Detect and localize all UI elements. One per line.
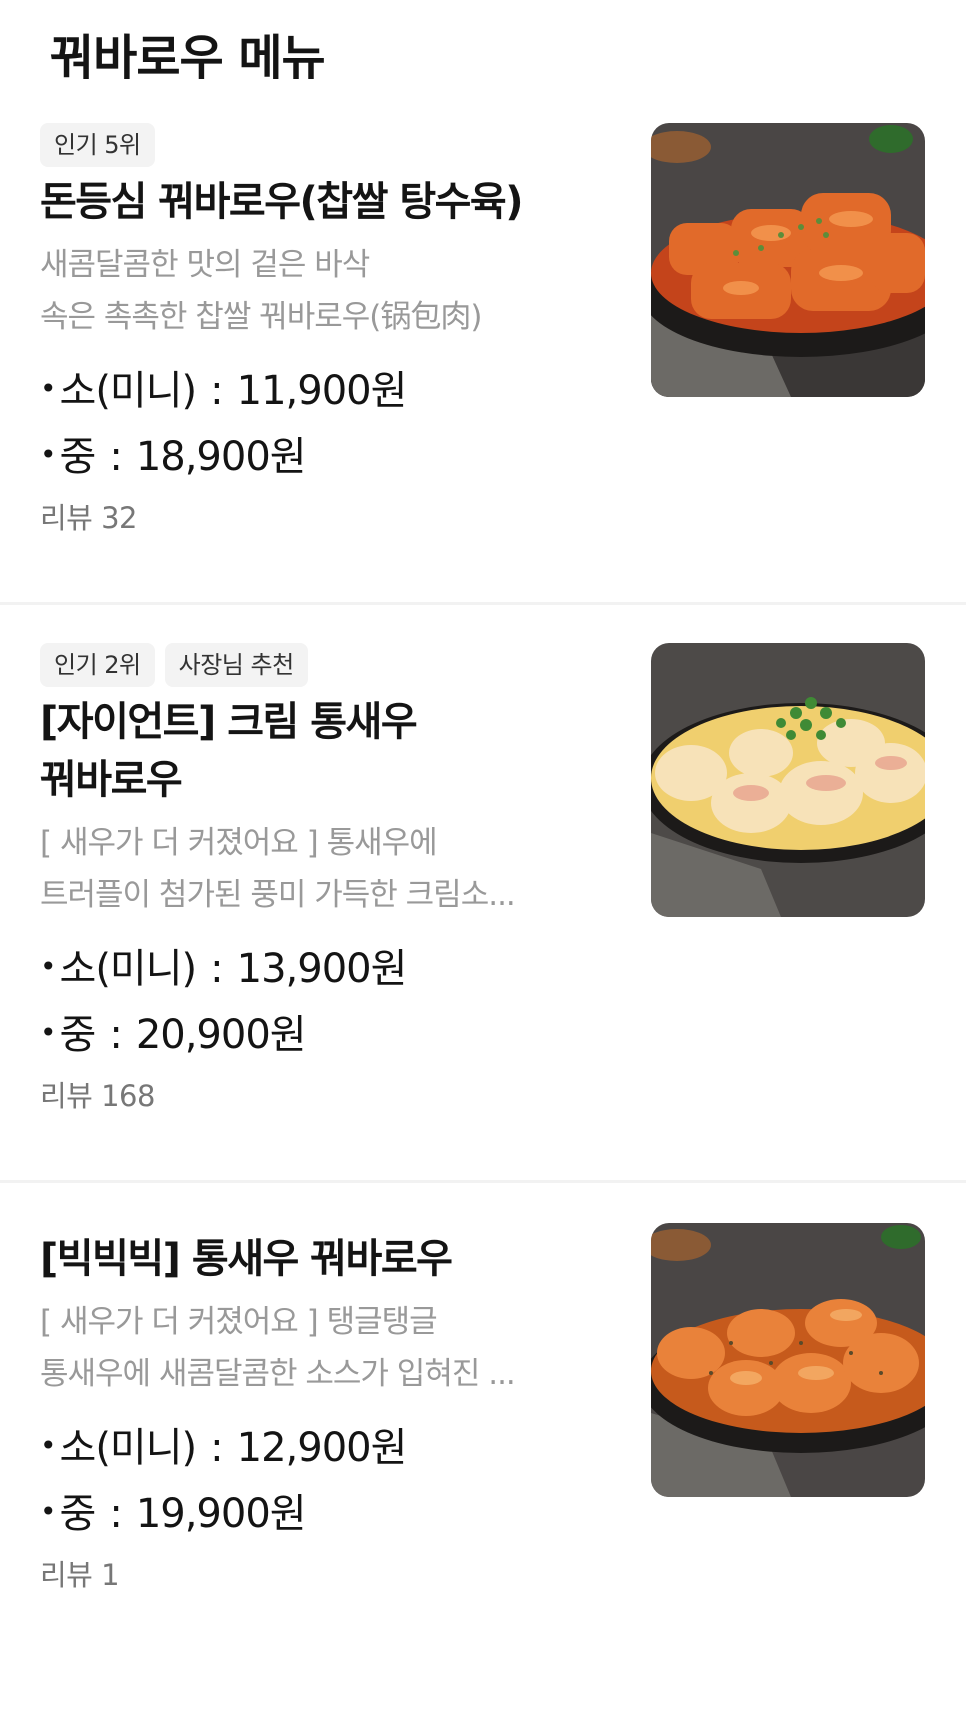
size-label: 소(미니) — [59, 368, 198, 414]
price-separator: : — [109, 434, 123, 480]
price: 18,900원 — [135, 434, 307, 480]
menu-item-description: 속은 촉촉한 찹쌀 꿔바로우(锅包肉) — [40, 299, 482, 335]
menu-item-photo[interactable] — [651, 643, 925, 917]
menu-item-description: 통새우에 새콤달콤한 소스가 입혀진 ... — [40, 1356, 516, 1392]
price: 19,900원 — [135, 1491, 307, 1537]
review-count: 리뷰 1 — [40, 1558, 120, 1592]
size-label: 중 — [59, 434, 97, 480]
bullet: • — [40, 1016, 56, 1049]
menu-item-photo[interactable] — [651, 123, 925, 397]
review-count: 리뷰 32 — [40, 501, 137, 535]
bullet: • — [40, 1495, 56, 1528]
price-row-small: • 소(미니):12,900원 — [40, 1414, 610, 1480]
menu-item-description: 트러플이 첨가된 풍미 가득한 크림소... — [40, 877, 516, 913]
owner-recommend-badge: 사장님 추천 — [164, 643, 308, 687]
size-label: 소(미니) — [59, 946, 198, 992]
review-count: 리뷰 168 — [40, 1079, 155, 1113]
badge-row: 인기 2위 사장님 추천 — [40, 643, 610, 689]
divider — [0, 1180, 966, 1183]
price-row-medium: • 중:19,900원 — [40, 1480, 610, 1546]
price: 12,900원 — [236, 1425, 408, 1471]
menu-item-description: 새콤달콤한 맛의 겉은 바삭 — [40, 247, 370, 283]
price-row-medium: • 중:20,900원 — [40, 1001, 610, 1067]
price-list: • 소(미니):13,900원 • 중:20,900원 — [40, 935, 610, 1067]
menu-item-name: 꿔바로우 — [40, 757, 183, 803]
price-separator: : — [210, 946, 224, 992]
size-label: 중 — [59, 1012, 97, 1058]
bullet: • — [40, 1429, 56, 1462]
section-title: 꿔바로우 메뉴 — [50, 30, 326, 86]
price: 13,900원 — [236, 946, 408, 992]
price: 11,900원 — [236, 368, 408, 414]
price-separator: : — [210, 368, 224, 414]
badge-row: 인기 5위 — [40, 123, 610, 169]
menu-item[interactable]: 인기 5위 돈등심 꿔바로우(찹쌀 탕수육) 새콤달콤한 맛의 겉은 바삭 속은… — [0, 123, 966, 623]
menu-item[interactable]: [빅빅빅] 통새우 꿔바로우 [ 새우가 더 커졌어요 ] 탱글탱글 통새우에 … — [0, 1223, 966, 1730]
price-separator: : — [109, 1491, 123, 1537]
price-row-medium: • 중:18,900원 — [40, 423, 610, 489]
menu-item-name: [빅빅빅] 통새우 꿔바로우 — [40, 1236, 453, 1282]
popularity-badge: 인기 5위 — [40, 123, 155, 167]
price-row-small: • 소(미니):13,900원 — [40, 935, 610, 1001]
bullet: • — [40, 372, 56, 405]
menu-item-photo[interactable] — [651, 1223, 925, 1497]
menu-item-description: [ 새우가 더 커졌어요 ] 통새우에 — [40, 825, 438, 861]
menu-item-name: 돈등심 꿔바로우(찹쌀 탕수육) — [40, 179, 524, 225]
size-label: 중 — [59, 1491, 97, 1537]
price-separator: : — [109, 1012, 123, 1058]
bullet: • — [40, 950, 56, 983]
popularity-badge: 인기 2위 — [40, 643, 155, 687]
menu-item[interactable]: 인기 2위 사장님 추천 [자이언트] 크림 통새우 꿔바로우 [ 새우가 더 … — [0, 643, 966, 1143]
cream-shrimp-photo-icon — [651, 643, 925, 917]
menu-page: 꿔바로우 메뉴 인기 5위 돈등심 꿔바로우(찹쌀 탕수육) 새콤달콤한 맛의 … — [0, 0, 966, 1654]
price-list: • 소(미니):11,900원 • 중:18,900원 — [40, 357, 610, 489]
bullet: • — [40, 438, 56, 471]
sweet-sour-pork-photo-icon — [651, 123, 925, 397]
price-row-small: • 소(미니):11,900원 — [40, 357, 610, 423]
menu-item-info: 인기 5위 돈등심 꿔바로우(찹쌀 탕수육) 새콤달콤한 맛의 겉은 바삭 속은… — [40, 123, 610, 537]
divider — [0, 602, 966, 605]
price-list: • 소(미니):12,900원 • 중:19,900원 — [40, 1414, 610, 1546]
menu-item-name: [자이언트] 크림 통새우 — [40, 699, 418, 745]
price: 20,900원 — [135, 1012, 307, 1058]
big-shrimp-photo-icon — [651, 1223, 925, 1497]
size-label: 소(미니) — [59, 1425, 198, 1471]
menu-item-info: 인기 2위 사장님 추천 [자이언트] 크림 통새우 꿔바로우 [ 새우가 더 … — [40, 643, 610, 1115]
menu-item-description: [ 새우가 더 커졌어요 ] 탱글탱글 — [40, 1304, 438, 1340]
menu-item-info: [빅빅빅] 통새우 꿔바로우 [ 새우가 더 커졌어요 ] 탱글탱글 통새우에 … — [40, 1230, 610, 1594]
price-separator: : — [210, 1425, 224, 1471]
